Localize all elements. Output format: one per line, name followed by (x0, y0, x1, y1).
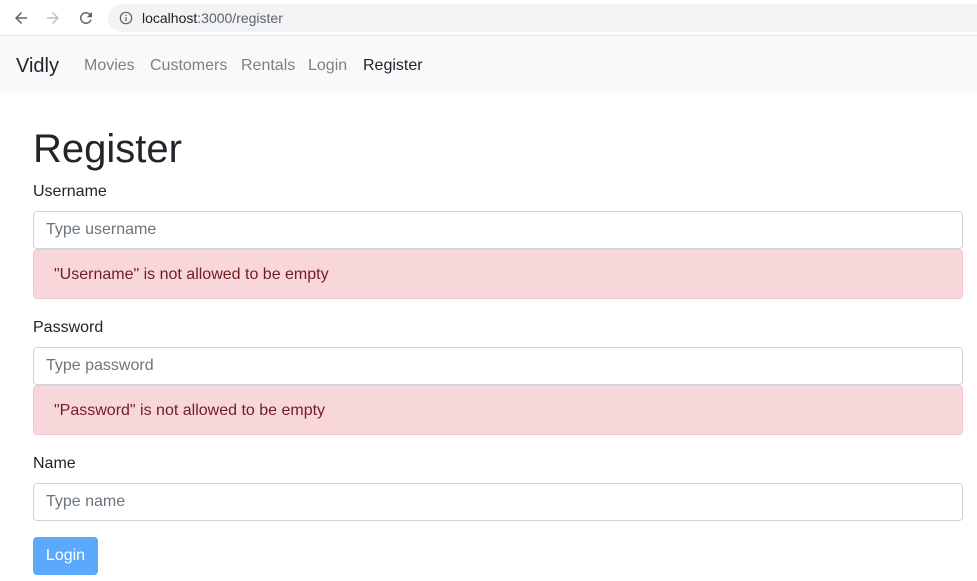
name-label: Name (33, 455, 76, 472)
nav-link-register[interactable]: Register (363, 56, 423, 76)
reload-icon[interactable] (74, 6, 98, 30)
nav-link-movies[interactable]: Movies (84, 56, 135, 76)
url-path: :3000/register (197, 10, 283, 26)
page-title: Register (33, 127, 182, 171)
browser-toolbar: localhost:3000/register (0, 0, 977, 36)
url-text: localhost:3000/register (142, 10, 283, 26)
info-icon[interactable] (118, 10, 134, 26)
username-input[interactable] (33, 211, 963, 249)
forward-icon[interactable] (41, 6, 65, 30)
nav-link-login[interactable]: Login (308, 56, 347, 76)
url-host: localhost (142, 10, 198, 26)
back-icon[interactable] (9, 6, 33, 30)
username-error-alert: "Username" is not allowed to be empty (33, 249, 963, 299)
password-error-alert: "Password" is not allowed to be empty (33, 385, 963, 435)
nav-link-rentals[interactable]: Rentals (241, 56, 295, 76)
username-label: Username (33, 183, 107, 200)
address-bar[interactable]: localhost:3000/register (108, 4, 977, 32)
nav-link-customers[interactable]: Customers (150, 56, 227, 76)
app-navbar: Vidly Movies Customers Rentals Login Reg… (0, 37, 977, 93)
password-input[interactable] (33, 347, 963, 385)
password-label: Password (33, 319, 104, 336)
login-button[interactable]: Login (33, 537, 98, 575)
navbar-brand[interactable]: Vidly (16, 54, 59, 78)
name-input[interactable] (33, 483, 963, 521)
